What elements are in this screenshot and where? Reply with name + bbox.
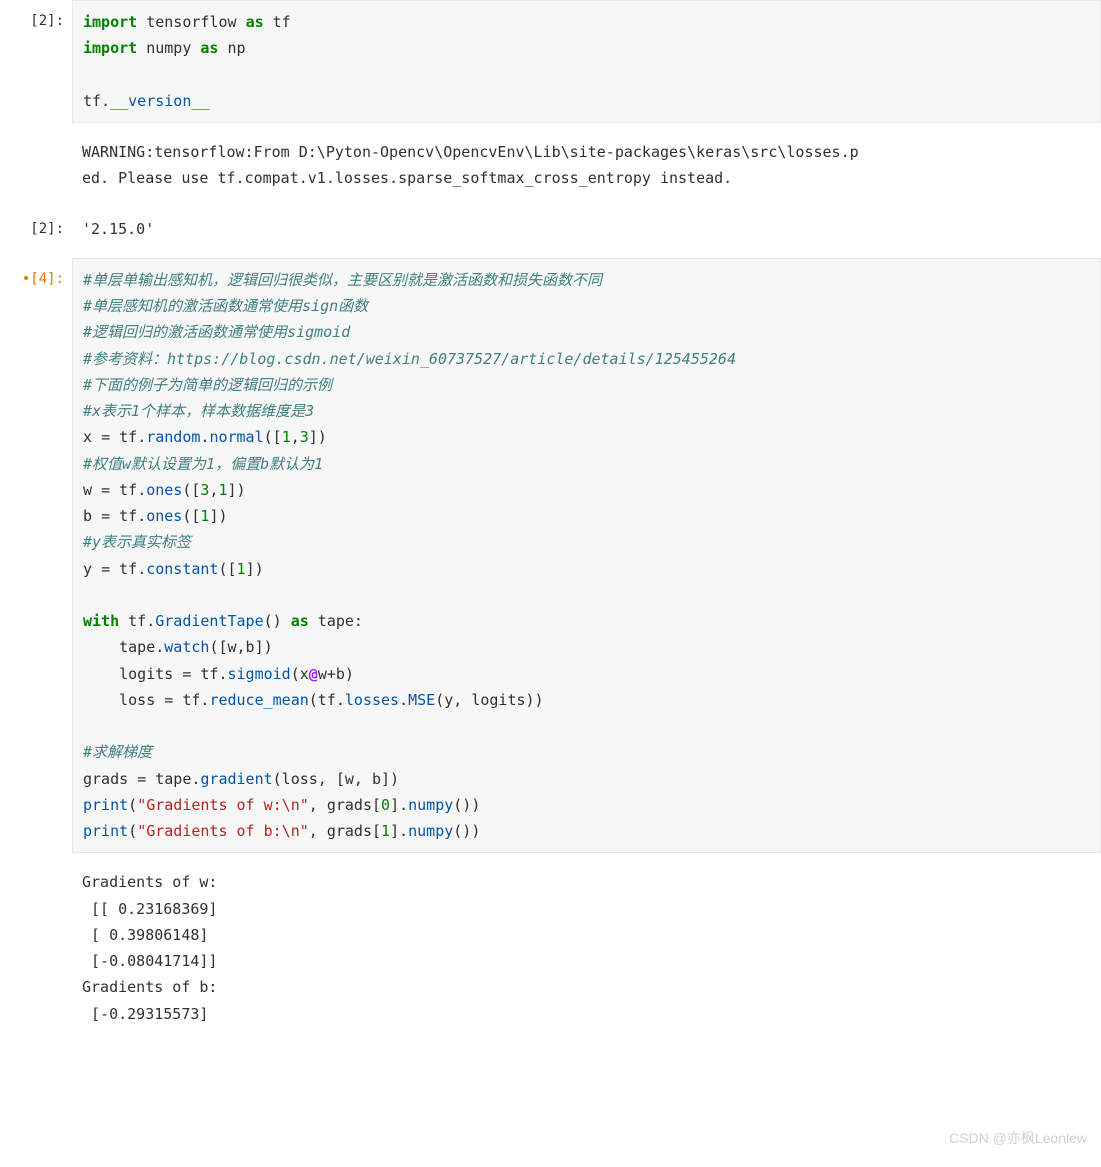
code-block: WARNING:tensorflow:From D:\Pyton-Opencv\… <box>82 139 1091 192</box>
code-output-area: '2.15.0' <box>72 208 1101 250</box>
code-block: '2.15.0' <box>82 216 1091 242</box>
code-block: Gradients of w: [[ 0.23168369] [ 0.39806… <box>82 869 1091 1027</box>
watermark-text: CSDN @亦枫Leonlew <box>949 1127 1087 1149</box>
notebook-root: [2]:import tensorflow as tf import numpy… <box>0 0 1101 1035</box>
notebook-cell: •[4]:#单层单输出感知机，逻辑回归很类似，主要区别就是激活函数和损失函数不同… <box>0 258 1101 854</box>
notebook-cell: WARNING:tensorflow:From D:\Pyton-Opencv\… <box>0 131 1101 200</box>
notebook-cell: [2]:import tensorflow as tf import numpy… <box>0 0 1101 123</box>
notebook-cell: [2]: '2.15.0' <box>0 208 1101 250</box>
out-prompt <box>0 861 72 1035</box>
code-output-area: Gradients of w: [[ 0.23168369] [ 0.39806… <box>72 861 1101 1035</box>
code-input-area[interactable]: #单层单输出感知机，逻辑回归很类似，主要区别就是激活函数和损失函数不同 #单层感… <box>72 258 1101 854</box>
out-prompt: [2]: <box>0 208 72 250</box>
code-input-area[interactable]: import tensorflow as tf import numpy as … <box>72 0 1101 123</box>
code-output-area: WARNING:tensorflow:From D:\Pyton-Opencv\… <box>72 131 1101 200</box>
in-prompt: [2]: <box>0 0 72 123</box>
in-prompt: •[4]: <box>0 258 72 854</box>
notebook-cell: Gradients of w: [[ 0.23168369] [ 0.39806… <box>0 861 1101 1035</box>
code-block: import tensorflow as tf import numpy as … <box>83 9 1090 114</box>
code-block: #单层单输出感知机，逻辑回归很类似，主要区别就是激活函数和损失函数不同 #单层感… <box>83 267 1090 845</box>
out-prompt <box>0 131 72 200</box>
